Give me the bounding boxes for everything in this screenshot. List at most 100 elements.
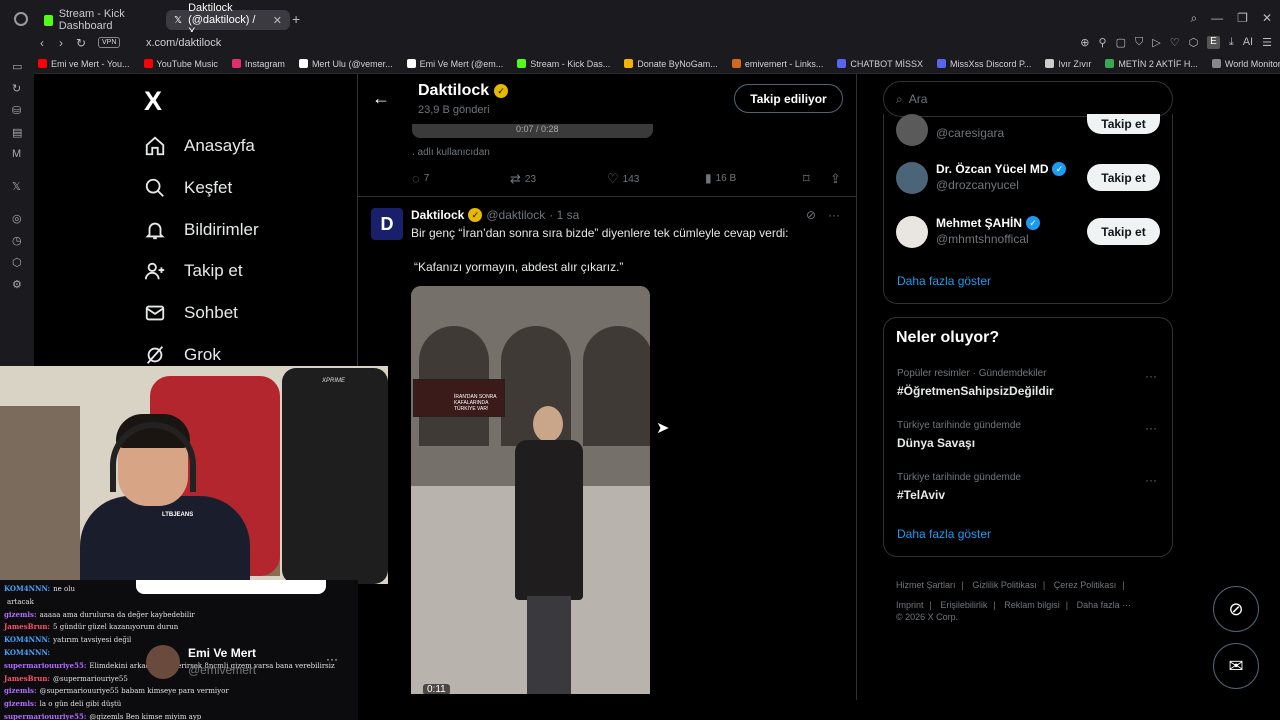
nav-item-follow[interactable]: Takip et — [144, 256, 243, 286]
chat-username[interactable]: JamesBrun: — [4, 622, 50, 631]
who-to-follow-item[interactable]: @caresigara — [896, 114, 1004, 146]
reload-icon[interactable]: ↻ — [76, 36, 86, 50]
bookmark-item[interactable]: emivemert - Links... — [731, 59, 823, 69]
avatar[interactable] — [896, 114, 928, 146]
footer-link[interactable]: Erişilebilirlik — [940, 600, 987, 610]
shield-icon[interactable]: ⛉ — [1135, 36, 1143, 49]
search-icon[interactable]: ⌕ — [1190, 11, 1197, 26]
url-field[interactable]: x.com/daktilock — [146, 37, 221, 49]
search-input[interactable]: ⌕ Ara — [883, 81, 1173, 117]
sidebar-settings-icon[interactable]: ⚙ — [12, 278, 22, 291]
grok-icon[interactable]: ⊘ — [806, 208, 816, 222]
nav-item-home[interactable]: Anasayfa — [144, 131, 255, 161]
vpn-badge[interactable]: VPN — [98, 37, 121, 48]
trend-more-icon[interactable]: ··· — [1145, 421, 1157, 435]
close-window-icon[interactable]: ✕ — [1262, 11, 1272, 26]
avatar[interactable] — [146, 645, 180, 679]
trend-more-icon[interactable]: ··· — [1145, 369, 1157, 383]
nav-item-notifications[interactable]: Bildirimler — [144, 215, 259, 245]
restore-icon[interactable]: ❐ — [1237, 11, 1248, 26]
like-button[interactable]: ♡ 143 — [607, 171, 639, 187]
chat-username[interactable]: gizemls: — [4, 610, 37, 619]
follow-button[interactable]: Takip et — [1087, 164, 1160, 191]
sidebar-bag-icon[interactable]: ⛁ — [12, 104, 21, 117]
close-tab-icon[interactable]: ✕ — [273, 14, 282, 27]
show-more-link[interactable]: Daha fazla göster — [897, 274, 991, 288]
ai-icon[interactable]: AI — [1243, 36, 1253, 49]
footer-link[interactable]: Daha fazla ··· — [1077, 600, 1132, 610]
footer-link[interactable]: Çerez Politikası — [1054, 580, 1117, 590]
footer-link[interactable]: Hizmet Şartları — [896, 580, 956, 590]
sidebar-panel-icon[interactable]: ▭ — [12, 60, 22, 73]
messages-fab-button[interactable]: ✉ — [1213, 643, 1259, 689]
play-icon[interactable]: ▷ — [1152, 36, 1160, 49]
avatar[interactable] — [896, 162, 928, 194]
browser-logo-icon[interactable] — [14, 12, 28, 26]
bookmark-item[interactable]: Ivır Zıvır — [1045, 59, 1091, 69]
footer-link[interactable]: Imprint — [896, 600, 924, 610]
sidebar-history-icon[interactable]: ↻ — [12, 82, 21, 95]
x-logo-icon[interactable]: X — [144, 86, 162, 117]
menu-icon[interactable]: ☰ — [1262, 36, 1272, 49]
tweet-author-name[interactable]: Daktilock — [411, 208, 464, 222]
tweet-video[interactable]: İRAN'DAN SONRA KAFALARINDA TÜRKİYE VAR! … — [411, 286, 650, 694]
bookmark-button[interactable]: ⌑ — [803, 171, 810, 187]
chat-username[interactable]: KOM4NNN: — [4, 584, 50, 593]
follow-button[interactable]: Takip et — [1087, 114, 1160, 134]
sidebar-mail-icon[interactable]: M — [12, 148, 21, 160]
chat-username[interactable]: supermariouuriye55: — [4, 661, 86, 670]
back-arrow-icon[interactable]: ← — [372, 88, 390, 109]
follow-button[interactable]: Takip et — [1087, 218, 1160, 245]
bookmark-item[interactable]: MissXss Discord P... — [937, 59, 1031, 69]
nav-item-messages[interactable]: Sohbet — [144, 298, 238, 328]
reply-button[interactable]: ◌ 7 — [412, 171, 429, 186]
footer-link[interactable]: Reklam bilgisi — [1004, 600, 1060, 610]
sidebar-whatsapp-icon[interactable]: ◎ — [12, 212, 22, 225]
footer-link[interactable]: Gizlilik Politikası — [972, 580, 1037, 590]
repost-button[interactable]: ⇄ 23 — [510, 171, 536, 187]
who-to-follow-item[interactable]: Mehmet ŞAHİN ✓ @mhmtshnoffical — [896, 216, 1041, 248]
extension-e-icon[interactable]: E — [1207, 36, 1220, 49]
zoom-icon[interactable]: ⊕ — [1080, 36, 1089, 49]
more-options-icon[interactable]: ··· — [828, 208, 840, 222]
nav-item-explore[interactable]: Keşfet — [144, 173, 232, 203]
sidebar-clock-icon[interactable]: ◷ — [12, 234, 22, 247]
avatar[interactable] — [896, 216, 928, 248]
bookmark-item[interactable]: Stream - Kick Das... — [517, 59, 610, 69]
following-button[interactable]: Takip ediliyor — [734, 84, 843, 113]
tweet-time[interactable]: · 1 sa — [549, 208, 579, 222]
sidebar-cube-icon[interactable]: ⬡ — [12, 256, 22, 269]
share-button[interactable]: ⇪ — [830, 171, 841, 187]
forward-icon[interactable]: › — [59, 36, 63, 50]
bookmark-item[interactable]: Instagram — [231, 59, 285, 69]
who-to-follow-item[interactable]: Dr. Özcan Yücel MD ✓ @drozcanyucel — [896, 162, 1067, 194]
video-controls[interactable]: 0:07 / 0:28 — [412, 124, 653, 138]
heart-icon[interactable]: ♡ — [1170, 36, 1180, 49]
chat-username[interactable]: gizemls: — [4, 699, 37, 708]
bookmark-item[interactable]: Mert Ulu (@vemer... — [298, 59, 393, 69]
tweet-author-handle[interactable]: @daktilock — [486, 208, 545, 222]
tab-kick-dashboard[interactable]: Stream - Kick Dashboard — [36, 8, 164, 32]
sidebar-notes-icon[interactable]: ▤ — [12, 126, 22, 139]
bookmark-item[interactable]: Emi Ve Mert (@em... — [406, 59, 503, 69]
snapshot-icon[interactable]: ▢ — [1116, 36, 1126, 49]
chat-username[interactable]: KOM4NNN: — [4, 648, 50, 657]
chat-username[interactable]: gizemls: — [4, 686, 37, 695]
bookmark-item[interactable]: Donate ByNoGam... — [624, 59, 718, 69]
download-icon[interactable]: ⤓ — [1229, 36, 1234, 49]
bookmark-item[interactable]: METİN 2 AKTİF H... — [1105, 59, 1198, 69]
bookmark-item[interactable]: Emi ve Mert - You... — [38, 59, 130, 69]
views-button[interactable]: ▮ 16 B — [705, 171, 736, 185]
grok-fab-button[interactable]: ⊘ — [1213, 586, 1259, 632]
back-icon[interactable]: ‹ — [40, 36, 44, 50]
new-tab-icon[interactable]: + — [292, 11, 300, 27]
chat-username[interactable]: JamesBrun: — [4, 674, 50, 683]
trend-more-icon[interactable]: ··· — [1145, 473, 1157, 487]
chat-username[interactable]: KOM4NNN: — [4, 635, 50, 644]
extensions-icon[interactable]: ⬡ — [1189, 36, 1199, 49]
account-more-icon[interactable]: ··· — [326, 652, 338, 666]
trend-item[interactable]: #ÖğretmenSahipsizDeğildir — [897, 384, 1054, 398]
show-more-link[interactable]: Daha fazla göster — [897, 527, 991, 541]
tab-x-daktilock[interactable]: 𝕏 Daktilock (@daktilock) / X ✕ — [166, 2, 290, 38]
bookmark-item[interactable]: World Monitor - R... — [1211, 59, 1280, 69]
